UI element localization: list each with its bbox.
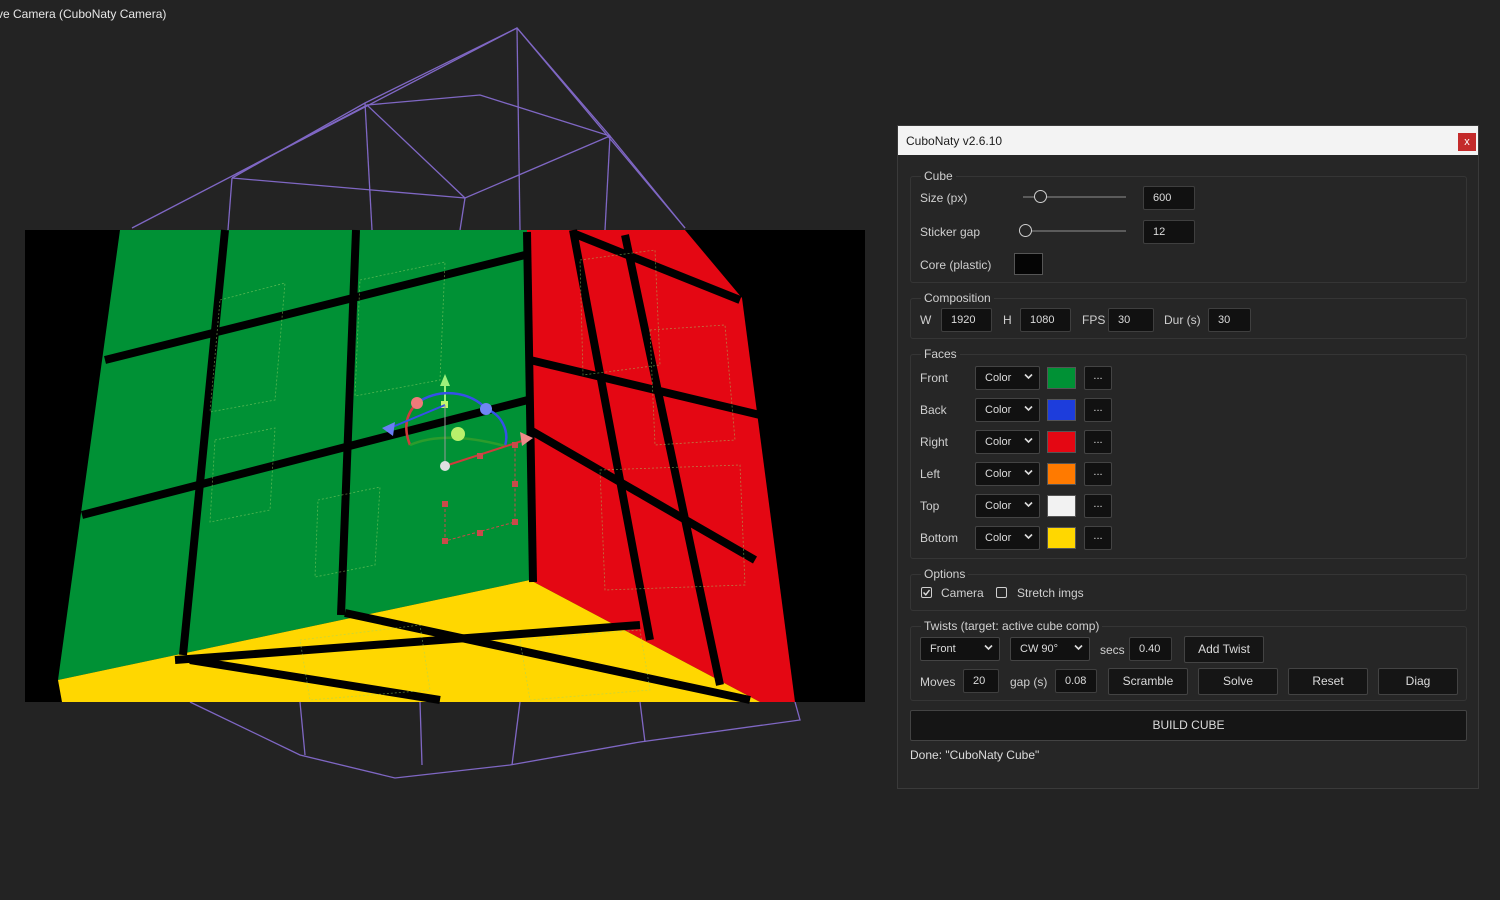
face-color-swatch[interactable] bbox=[1047, 431, 1076, 453]
wireframe-top bbox=[131, 27, 686, 231]
close-button[interactable]: x bbox=[1458, 133, 1476, 151]
duration-label: Dur (s) bbox=[1164, 313, 1201, 327]
wireframe-bottom bbox=[189, 701, 801, 779]
chevron-down-icon bbox=[1024, 405, 1033, 412]
sticker-gap-input[interactable]: 12 bbox=[1143, 220, 1195, 244]
face-mode-select[interactable]: Color bbox=[975, 526, 1040, 550]
stretch-imgs-checkbox[interactable] bbox=[996, 587, 1007, 598]
size-input[interactable]: 600 bbox=[1143, 186, 1195, 210]
reset-button[interactable]: Reset bbox=[1288, 668, 1368, 695]
core-color-swatch[interactable] bbox=[1014, 253, 1043, 275]
face-mode-select[interactable]: Color bbox=[975, 398, 1040, 422]
gap-input[interactable]: 0.08 bbox=[1055, 669, 1097, 693]
options-group-label: Options bbox=[921, 567, 969, 581]
face-color-swatch[interactable] bbox=[1047, 463, 1076, 485]
twists-group: Twists (target: active cube comp) Front … bbox=[910, 619, 1467, 701]
chevron-down-icon bbox=[1024, 373, 1033, 380]
face-label: Right bbox=[920, 435, 949, 449]
chevron-down-icon bbox=[1024, 437, 1033, 444]
stretch-imgs-label: Stretch imgs bbox=[1017, 586, 1084, 600]
face-color-swatch[interactable] bbox=[1047, 399, 1076, 421]
twist-direction-value: CW 90° bbox=[1020, 643, 1059, 655]
face-color-swatch[interactable] bbox=[1047, 367, 1076, 389]
cubonaty-panel: CuboNaty v2.6.10 x Cube Size (px) 600 St… bbox=[897, 125, 1479, 789]
twists-group-label: Twists (target: active cube comp) bbox=[921, 619, 1103, 633]
face-mode-select[interactable]: Color bbox=[975, 430, 1040, 454]
composition-group: Composition W 1920 H 1080 FPS 30 Dur (s)… bbox=[910, 291, 1467, 339]
camera-label: Camera bbox=[941, 586, 984, 600]
status-text: Done: "CuboNaty Cube" bbox=[910, 748, 1040, 762]
composition-group-label: Composition bbox=[921, 291, 994, 305]
cube-viewport[interactable] bbox=[0, 0, 880, 800]
face-color-swatch[interactable] bbox=[1047, 495, 1076, 517]
fps-label: FPS bbox=[1082, 313, 1106, 327]
moves-input[interactable]: 20 bbox=[963, 669, 999, 693]
chevron-down-icon bbox=[1024, 501, 1033, 508]
face-label: Front bbox=[920, 371, 949, 385]
core-label: Core (plastic) bbox=[920, 258, 992, 272]
sticker-gap-slider-thumb[interactable] bbox=[1019, 224, 1032, 237]
sticker-gap-label: Sticker gap bbox=[920, 225, 981, 239]
width-label: W bbox=[920, 313, 932, 327]
panel-title: CuboNaty v2.6.10 bbox=[906, 134, 1003, 148]
face-mode-value: Color bbox=[985, 372, 1012, 384]
sticker-gap-slider-track[interactable] bbox=[1023, 230, 1126, 232]
face-more-button[interactable]: ... bbox=[1084, 398, 1112, 422]
width-input[interactable]: 1920 bbox=[941, 308, 992, 332]
fps-input[interactable]: 30 bbox=[1108, 308, 1154, 332]
scramble-button[interactable]: Scramble bbox=[1108, 668, 1188, 695]
diag-button[interactable]: Diag bbox=[1378, 668, 1458, 695]
add-twist-button[interactable]: Add Twist bbox=[1184, 636, 1264, 663]
twist-direction-select[interactable]: CW 90° bbox=[1010, 637, 1090, 661]
face-more-button[interactable]: ... bbox=[1084, 462, 1112, 486]
gap-label: gap (s) bbox=[1010, 675, 1048, 689]
size-label: Size (px) bbox=[920, 191, 968, 205]
face-label: Back bbox=[920, 403, 947, 417]
duration-input[interactable]: 30 bbox=[1208, 308, 1251, 332]
face-color-swatch[interactable] bbox=[1047, 527, 1076, 549]
chevron-down-icon bbox=[1024, 469, 1033, 476]
chevron-down-icon bbox=[1024, 533, 1033, 540]
cube-group: Cube Size (px) 600 Sticker gap 12 Core (… bbox=[910, 169, 1467, 283]
size-slider-thumb[interactable] bbox=[1034, 190, 1047, 203]
face-more-button[interactable]: ... bbox=[1084, 526, 1112, 550]
twist-face-value: Front bbox=[930, 643, 956, 655]
face-mode-value: Color bbox=[985, 404, 1012, 416]
panel-titlebar: CuboNaty v2.6.10 x bbox=[898, 126, 1478, 155]
face-more-button[interactable]: ... bbox=[1084, 494, 1112, 518]
camera-checkbox[interactable] bbox=[921, 587, 932, 598]
face-mode-value: Color bbox=[985, 500, 1012, 512]
face-mode-select[interactable]: Color bbox=[975, 366, 1040, 390]
solve-button[interactable]: Solve bbox=[1198, 668, 1278, 695]
face-label: Bottom bbox=[920, 531, 959, 545]
face-mode-select[interactable]: Color bbox=[975, 462, 1040, 486]
cube-group-label: Cube bbox=[921, 169, 956, 183]
face-more-button[interactable]: ... bbox=[1084, 430, 1112, 454]
moves-label: Moves bbox=[920, 675, 956, 689]
build-cube-button[interactable]: BUILD CUBE bbox=[910, 710, 1467, 741]
face-label: Top bbox=[920, 499, 940, 513]
checkmark-icon bbox=[923, 589, 931, 596]
chevron-down-icon bbox=[1074, 644, 1083, 651]
face-mode-value: Color bbox=[985, 532, 1012, 544]
faces-group-label: Faces bbox=[921, 347, 960, 361]
face-mode-select[interactable]: Color bbox=[975, 494, 1040, 518]
secs-label: secs bbox=[1100, 643, 1125, 657]
faces-group: Faces Front Color ... Back Color ... Rig… bbox=[910, 347, 1467, 559]
face-label: Left bbox=[920, 467, 941, 481]
height-label: H bbox=[1003, 313, 1012, 327]
chevron-down-icon bbox=[984, 644, 993, 651]
options-group: Options Camera Stretch imgs bbox=[910, 567, 1467, 611]
face-more-button[interactable]: ... bbox=[1084, 366, 1112, 390]
twist-face-select[interactable]: Front bbox=[920, 637, 1000, 661]
height-input[interactable]: 1080 bbox=[1020, 308, 1071, 332]
secs-input[interactable]: 0.40 bbox=[1129, 637, 1172, 661]
face-mode-value: Color bbox=[985, 468, 1012, 480]
face-mode-value: Color bbox=[985, 436, 1012, 448]
